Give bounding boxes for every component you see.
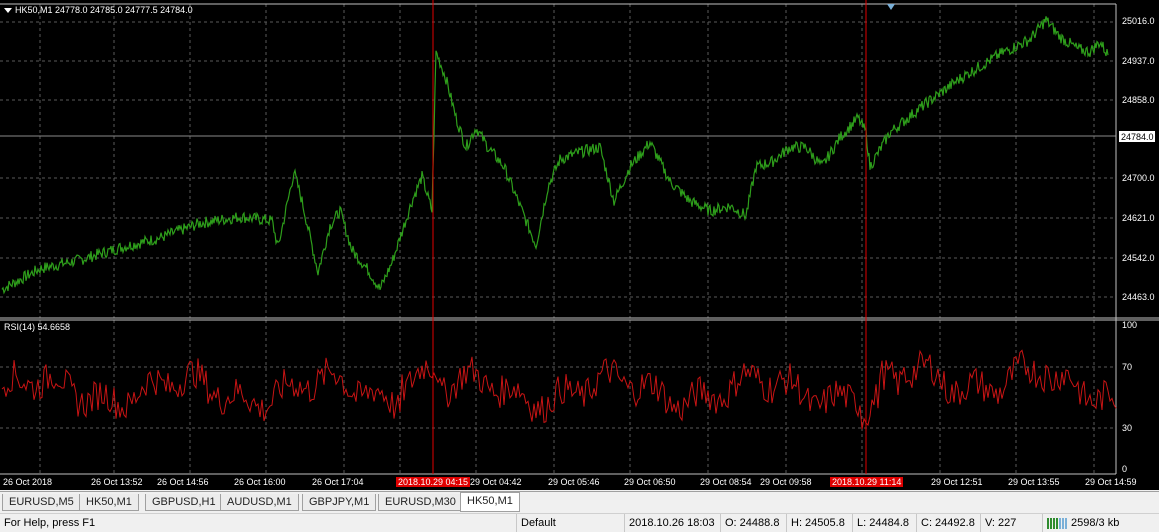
price-axis-label: 25016.0 [1122, 16, 1155, 26]
status-open: O: 24488.8 [720, 514, 786, 532]
status-close: C: 24492.8 [916, 514, 980, 532]
tab-eurusd-m30[interactable]: EURUSD,M30 [378, 494, 463, 511]
tab-eurusd-m5[interactable]: EURUSD,M5 [2, 494, 81, 511]
chart-symbol-quote: HK50,M1 24778.0 24785.0 24777.5 24784.0 [15, 5, 193, 15]
shift-marker-icon [887, 4, 895, 10]
price-axis-label: 24621.0 [1122, 213, 1155, 223]
tab-gbpjpy-m1[interactable]: GBPJPY,M1 [302, 494, 377, 511]
period-markers [432, 0, 895, 474]
price-series [1, 16, 1109, 295]
status-high: H: 24505.8 [786, 514, 852, 532]
chart-canvas[interactable] [0, 0, 1159, 490]
price-axis-label: 24937.0 [1122, 56, 1155, 66]
status-traffic: 2598/3 kb [1071, 517, 1120, 529]
chart-header: HK50,M1 24778.0 24785.0 24777.5 24784.0 [4, 5, 193, 15]
tab-hk50-m1-active[interactable]: HK50,M1 [460, 492, 520, 512]
status-datetime: 2018.10.26 18:03 [624, 514, 720, 532]
price-axis-label: 24858.0 [1122, 95, 1155, 105]
status-help-text: For Help, press F1 [4, 517, 96, 529]
time-axis-label: 26 Oct 16:00 [234, 477, 286, 487]
time-axis-label: 29 Oct 09:58 [760, 477, 812, 487]
tab-gbpusd-h1[interactable]: GBPUSD,H1 [145, 494, 223, 511]
time-axis-label: 29 Oct 12:51 [931, 477, 983, 487]
time-axis-label: 29 Oct 14:59 [1085, 477, 1137, 487]
rsi-axis-label: 30 [1122, 423, 1133, 433]
status-profile[interactable]: Default [516, 514, 624, 532]
rsi-line [1, 349, 1117, 430]
marker-time-label: 2018.10.29 11:14 [830, 477, 904, 487]
rsi-axis-label: 100 [1122, 320, 1138, 330]
rsi-header: RSI(14) 54.6658 [4, 322, 71, 332]
time-axis-label: 26 Oct 14:56 [157, 477, 209, 487]
time-axis-label: 29 Oct 04:42 [470, 477, 522, 487]
time-axis-label: 29 Oct 06:50 [624, 477, 676, 487]
chart-tabs-bar: EURUSD,M5 HK50,M1 GBPUSD,H1 AUDUSD,M1 GB… [0, 491, 1159, 512]
rsi-series [1, 349, 1117, 430]
connection-bars-icon [1047, 517, 1067, 529]
rsi-axis-label: 0 [1122, 464, 1128, 474]
status-bar: For Help, press F1 Default 2018.10.26 18… [0, 513, 1159, 532]
time-axis-label: 26 Oct 2018 [3, 477, 53, 487]
status-volume: V: 227 [980, 514, 1042, 532]
time-axis-label: 29 Oct 13:55 [1008, 477, 1060, 487]
dropdown-triangle-icon[interactable] [4, 8, 12, 14]
price-axis-label: 24542.0 [1122, 253, 1155, 263]
status-connection[interactable]: 2598/3 kb [1042, 514, 1159, 532]
status-low: L: 24484.8 [852, 514, 916, 532]
marker-time-label: 2018.10.29 04:15 [396, 477, 471, 487]
time-axis-label: 29 Oct 05:46 [548, 477, 600, 487]
rsi-axis-label: 70 [1122, 362, 1133, 372]
time-axis-label: 26 Oct 17:04 [312, 477, 364, 487]
price-axis-label: 24700.0 [1122, 173, 1155, 183]
price-axis-label: 24463.0 [1122, 292, 1155, 302]
time-axis-label: 29 Oct 08:54 [700, 477, 752, 487]
chart-window[interactable]: HK50,M1 24778.0 24785.0 24777.5 24784.0 … [0, 0, 1159, 490]
chart-frame [0, 3, 1159, 475]
price-line [1, 16, 1109, 295]
tab-hk50-m1[interactable]: HK50,M1 [79, 494, 139, 511]
tab-audusd-m1[interactable]: AUDUSD,M1 [220, 494, 299, 511]
time-axis-label: 26 Oct 13:52 [91, 477, 143, 487]
current-price-label: 24784.0 [1118, 130, 1156, 143]
